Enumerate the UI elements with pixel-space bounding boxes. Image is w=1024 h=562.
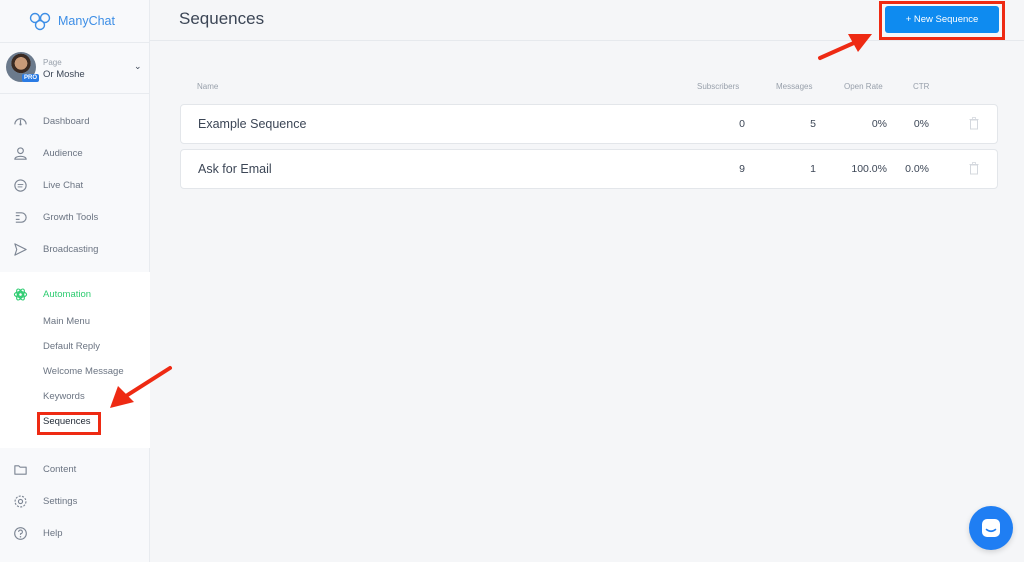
trash-icon[interactable]: [969, 117, 979, 130]
sidebar-item-label: Automation: [43, 288, 92, 300]
page-label: Page: [43, 58, 62, 67]
magnet-icon: [12, 209, 28, 225]
subscribers-count: 9: [739, 163, 745, 175]
sub-item-main-menu[interactable]: Main Menu: [43, 314, 90, 330]
open-rate-value: 0%: [871, 118, 887, 130]
messages-count: 1: [810, 163, 816, 175]
sidebar-item-automation[interactable]: Automation: [0, 282, 150, 306]
page-title: Sequences: [179, 9, 265, 28]
subscribers-count: 0: [739, 118, 745, 130]
sidebar-item-label: Audience: [43, 147, 83, 159]
column-header-messages[interactable]: Messages: [776, 82, 812, 91]
trash-icon[interactable]: [969, 162, 979, 175]
sidebar-item-label: Growth Tools: [43, 211, 99, 223]
support-chat-button[interactable]: [969, 506, 1013, 550]
table-row[interactable]: Example Sequence 0 5 0% 0%: [180, 104, 998, 144]
column-header-name[interactable]: Name: [197, 82, 218, 91]
user-icon: [12, 145, 28, 161]
logo[interactable]: ManyChat: [28, 10, 115, 32]
dashboard-icon: [12, 113, 28, 129]
annotation-arrow-new-sequence: [818, 34, 872, 60]
pro-badge: PRO: [22, 74, 40, 82]
page-name: Or Moshe: [43, 69, 85, 80]
sidebar-item-label: Content: [43, 463, 77, 475]
sequence-name[interactable]: Ask for Email: [198, 162, 272, 176]
sidebar-item-label: Settings: [43, 495, 78, 507]
folder-icon: [12, 461, 28, 477]
help-icon: [12, 525, 28, 541]
sidebar-item-label: Live Chat: [43, 179, 84, 191]
annotation-arrow-sequences: [110, 366, 172, 408]
new-sequence-button[interactable]: + New Sequence: [885, 6, 999, 33]
page-selector[interactable]: PRO Page Or Moshe ⌄: [0, 42, 150, 94]
sidebar-item-growth-tools[interactable]: Growth Tools: [0, 205, 150, 229]
sidebar-item-label: Dashboard: [43, 115, 90, 127]
sidebar-item-audience[interactable]: Audience: [0, 141, 150, 165]
sidebar-item-label: Broadcasting: [43, 243, 99, 255]
sidebar-item-dashboard[interactable]: Dashboard: [0, 109, 150, 133]
logo-text: ManyChat: [58, 14, 115, 28]
chevron-down-icon[interactable]: ⌄: [134, 61, 142, 72]
manychat-logo-icon: [29, 12, 51, 31]
table-header: Name Subscribers Messages Open Rate CTR: [180, 80, 998, 94]
automation-icon: [12, 286, 28, 302]
sequence-name[interactable]: Example Sequence: [198, 117, 306, 131]
column-header-subscribers[interactable]: Subscribers: [697, 82, 739, 91]
sidebar-item-help[interactable]: Help: [0, 521, 150, 545]
column-header-open-rate[interactable]: Open Rate: [844, 82, 883, 91]
sub-item-default-reply[interactable]: Default Reply: [43, 339, 100, 355]
ctr-value: 0%: [913, 118, 929, 130]
sidebar-item-content[interactable]: Content: [0, 457, 150, 481]
sub-item-keywords[interactable]: Keywords: [43, 389, 85, 405]
column-header-ctr[interactable]: CTR: [913, 82, 929, 91]
sidebar-item-settings[interactable]: Settings: [0, 489, 150, 513]
send-icon: [12, 241, 28, 257]
sidebar: ManyChat PRO Page Or Moshe ⌄ Dashboard A…: [0, 0, 150, 562]
ctr-value: 0.0%: [905, 163, 929, 175]
chat-icon: [12, 177, 28, 193]
open-rate-value: 100.0%: [851, 163, 887, 175]
sidebar-item-live-chat[interactable]: Live Chat: [0, 173, 150, 197]
sidebar-item-label: Help: [43, 527, 63, 539]
sidebar-item-broadcasting[interactable]: Broadcasting: [0, 237, 150, 261]
chat-bubble-icon: [982, 519, 1000, 537]
messages-count: 5: [810, 118, 816, 130]
gear-icon: [12, 493, 28, 509]
table-row[interactable]: Ask for Email 9 1 100.0% 0.0%: [180, 149, 998, 189]
sequences-highlight-box: [37, 412, 101, 435]
avatar: PRO: [6, 52, 40, 82]
